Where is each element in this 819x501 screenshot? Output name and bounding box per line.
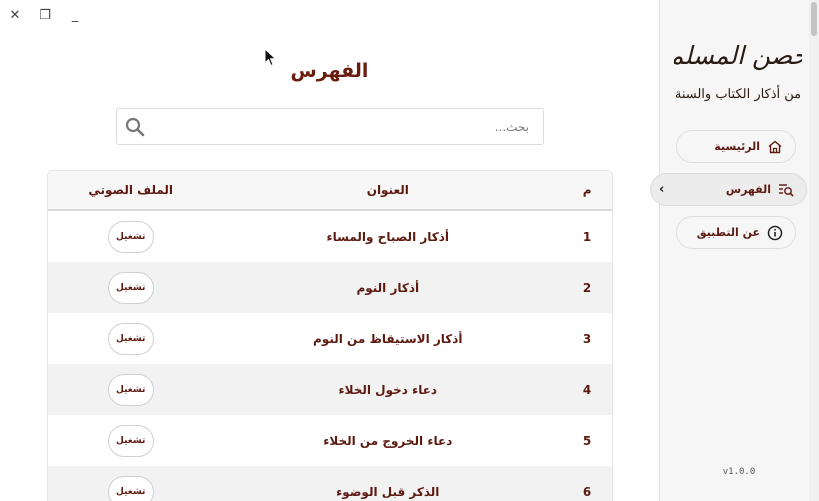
sidebar-item-about[interactable]: عن التطبيق (676, 216, 796, 249)
mouse-cursor-icon (264, 48, 277, 67)
search-input[interactable] (169, 119, 529, 134)
sidebar-item-index[interactable]: الفهرس › (650, 173, 807, 206)
row-number: 5 (582, 433, 592, 448)
table-row[interactable]: 1 أذكار الصباح والمساء تشغيل (48, 211, 612, 262)
play-button[interactable]: تشغيل (107, 373, 154, 406)
row-title[interactable]: أذكار الاستيقاظ من النوم (213, 332, 562, 346)
row-title[interactable]: دعاء الخروج من الخلاء (213, 434, 562, 448)
play-button[interactable]: تشغيل (107, 220, 154, 253)
row-audio-cell: تشغيل (48, 220, 213, 253)
chevron-icon: › (659, 182, 665, 197)
row-audio-cell: تشغيل (48, 373, 213, 406)
logo-subtitle: من أذكار الكتاب والسنة (675, 85, 801, 102)
row-number: 6 (582, 484, 592, 499)
row-audio-cell: تشغيل (48, 322, 213, 355)
row-title[interactable]: أذكار الصباح والمساء (213, 230, 562, 244)
minimize-icon[interactable]: _ (66, 6, 84, 24)
table-row[interactable]: 3 أذكار الاستيقاظ من النوم تشغيل (48, 313, 612, 364)
play-button[interactable]: تشغيل (107, 271, 154, 304)
table-row[interactable]: 4 دعاء دخول الخلاء تشغيل (48, 364, 612, 415)
row-title[interactable]: أذكار النوم (213, 281, 562, 295)
scrollbar-thumb[interactable] (811, 2, 817, 36)
sidebar: حصن المسلم من أذكار الكتاب والسنة الرئيس… (650, 0, 819, 501)
row-audio-cell: تشغيل (48, 271, 213, 304)
search-icon[interactable] (125, 117, 145, 137)
sidebar-item-label: عن التطبيق (696, 226, 760, 239)
row-number: 4 (582, 382, 592, 397)
header-title: العنوان (366, 183, 409, 197)
sidebar-item-label: الرئيسية (714, 140, 760, 153)
row-number: 2 (582, 280, 592, 295)
play-button[interactable]: تشغيل (107, 475, 154, 501)
close-icon[interactable]: ✕ (6, 6, 24, 24)
home-icon (767, 139, 783, 155)
app-logo: حصن المسلم من أذكار الكتاب والسنة (674, 41, 802, 102)
index-search-icon (778, 182, 794, 198)
search-box (116, 108, 544, 145)
play-button[interactable]: تشغيل (107, 424, 154, 457)
sidebar-item-label: الفهرس (725, 183, 771, 196)
logo-calligraphy: حصن المسلم (674, 41, 802, 71)
header-num: م (582, 183, 592, 197)
row-audio-cell: تشغيل (48, 424, 213, 457)
main-content: ✕ ❐ _ الفهرس م العنوان الملف الصوتي 1 أذ… (0, 0, 659, 501)
row-title[interactable]: الذكر قبل الوضوء (213, 485, 562, 499)
row-number: 1 (582, 229, 592, 244)
table-row[interactable]: 5 دعاء الخروج من الخلاء تشغيل (48, 415, 612, 466)
table-row[interactable]: 2 أذكار النوم تشغيل (48, 262, 612, 313)
page-title: الفهرس (290, 60, 369, 82)
info-icon (767, 225, 783, 241)
row-audio-cell: تشغيل (48, 475, 213, 501)
row-number: 3 (582, 331, 592, 346)
table-header: م العنوان الملف الصوتي (48, 171, 612, 211)
header-audio: الملف الصوتي (88, 183, 174, 197)
app-version: v1.0.0 (722, 467, 756, 477)
row-title[interactable]: دعاء دخول الخلاء (213, 383, 562, 397)
sidebar-item-home[interactable]: الرئيسية (676, 130, 796, 163)
play-button[interactable]: تشغيل (107, 322, 154, 355)
restore-icon[interactable]: ❐ (36, 6, 54, 24)
table-row[interactable]: 6 الذكر قبل الوضوء تشغيل (48, 466, 612, 501)
index-table: م العنوان الملف الصوتي 1 أذكار الصباح وا… (47, 170, 613, 501)
window-controls: ✕ ❐ _ (6, 6, 84, 24)
scrollbar[interactable] (809, 0, 819, 501)
